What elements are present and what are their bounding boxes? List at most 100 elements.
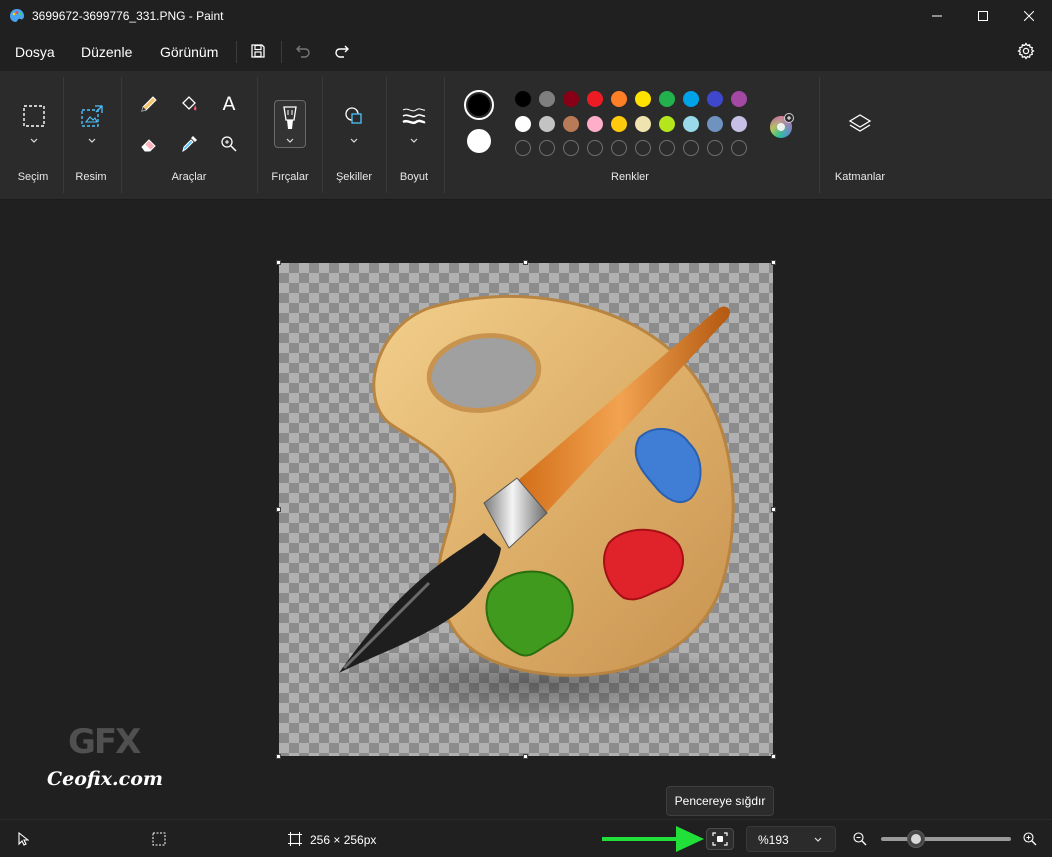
color-swatch[interactable]	[635, 116, 651, 132]
resize-handle[interactable]	[771, 754, 776, 759]
custom-color-slot[interactable]	[563, 140, 579, 156]
watermark-text: Ceofix.com	[47, 768, 163, 790]
title-bar: 3699672-3699776_331.PNG - Paint	[0, 0, 1052, 31]
color-swatch[interactable]	[731, 116, 747, 132]
color-swatch[interactable]	[611, 116, 627, 132]
close-icon	[1024, 10, 1034, 21]
zoom-out-button[interactable]	[852, 831, 868, 847]
group-label-layers: Katmanlar	[834, 171, 886, 183]
resize-handle[interactable]	[523, 260, 528, 265]
resize-handle[interactable]	[276, 260, 281, 265]
primary-color-button[interactable]	[464, 90, 494, 120]
ribbon-divider	[386, 77, 387, 193]
color-swatch[interactable]	[563, 116, 579, 132]
color-swatch[interactable]	[539, 116, 555, 132]
color-swatch[interactable]	[611, 91, 627, 107]
custom-color-slot[interactable]	[707, 140, 723, 156]
close-button[interactable]	[1006, 0, 1052, 31]
eraser-icon	[141, 139, 156, 152]
custom-color-slot[interactable]	[683, 140, 699, 156]
fit-to-window-button[interactable]	[706, 828, 734, 850]
color-swatch[interactable]	[659, 116, 675, 132]
brushes-button[interactable]	[274, 100, 306, 148]
color-swatch[interactable]	[683, 116, 699, 132]
redo-button[interactable]	[332, 41, 352, 61]
primary-color-swatch	[468, 94, 490, 116]
text-tool-button[interactable]: A	[216, 91, 242, 117]
menu-divider	[281, 41, 282, 63]
zoom-slider-track[interactable]	[881, 837, 1011, 841]
group-label-selection: Seçim	[17, 171, 49, 183]
group-label-colors: Renkler	[611, 171, 649, 183]
custom-color-slot[interactable]	[659, 140, 675, 156]
zoom-level-value: %193	[758, 833, 789, 847]
color-swatch[interactable]	[587, 91, 603, 107]
eyedropper-icon	[182, 136, 197, 153]
minimize-button[interactable]	[914, 0, 960, 31]
color-swatch[interactable]	[587, 116, 603, 132]
canvas-size-icon	[288, 832, 302, 846]
edit-colors-button[interactable]	[769, 113, 795, 139]
menu-view[interactable]: Görünüm	[160, 44, 218, 60]
custom-color-slot[interactable]	[587, 140, 603, 156]
eraser-tool-button[interactable]	[136, 131, 162, 157]
paint-app-icon	[9, 8, 25, 24]
shapes-icon	[345, 107, 362, 124]
resize-handle[interactable]	[771, 507, 776, 512]
chevron-down-icon[interactable]	[409, 137, 419, 145]
color-picker-tool-button[interactable]	[176, 131, 202, 157]
size-button[interactable]	[401, 103, 427, 129]
custom-color-slot[interactable]	[515, 140, 531, 156]
color-swatch[interactable]	[635, 91, 651, 107]
chevron-down-icon[interactable]	[349, 137, 359, 145]
color-swatch[interactable]	[659, 91, 675, 107]
zoom-slider-thumb[interactable]	[907, 830, 926, 848]
fit-to-window-icon	[712, 832, 728, 846]
save-button[interactable]	[248, 41, 268, 61]
secondary-color-button[interactable]	[467, 129, 491, 153]
undo-button[interactable]	[293, 41, 313, 61]
ribbon-divider	[444, 77, 445, 193]
image-tool-button[interactable]	[79, 103, 105, 129]
color-swatch[interactable]	[515, 91, 531, 107]
image-canvas[interactable]	[276, 260, 776, 759]
pencil-tool-button[interactable]	[136, 91, 162, 117]
menu-edit[interactable]: Düzenle	[81, 44, 132, 60]
custom-color-slot[interactable]	[731, 140, 747, 156]
resize-handle[interactable]	[276, 507, 281, 512]
chevron-down-icon[interactable]	[87, 137, 97, 145]
zoom-level-dropdown[interactable]: %193	[746, 826, 836, 852]
window-title: 3699672-3699776_331.PNG - Paint	[32, 8, 224, 23]
magnifier-tool-button[interactable]	[216, 131, 242, 157]
menu-file[interactable]: Dosya	[15, 44, 55, 60]
resize-handle[interactable]	[771, 260, 776, 265]
paint-bucket-icon	[182, 96, 197, 111]
color-swatch[interactable]	[539, 91, 555, 107]
ribbon-divider	[819, 77, 820, 193]
color-swatch[interactable]	[707, 91, 723, 107]
watermark: GFX Ceofix.com	[40, 720, 180, 810]
layers-button[interactable]	[847, 111, 873, 137]
color-swatch[interactable]	[683, 91, 699, 107]
color-swatch[interactable]	[563, 91, 579, 107]
settings-button[interactable]	[1016, 41, 1036, 61]
color-swatch[interactable]	[731, 91, 747, 107]
menu-bar: Dosya Düzenle Görünüm	[0, 31, 1052, 71]
resize-handle[interactable]	[523, 754, 528, 759]
brush-icon	[283, 106, 297, 129]
fill-tool-button[interactable]	[176, 91, 202, 117]
resize-handle[interactable]	[276, 754, 281, 759]
custom-color-slot[interactable]	[539, 140, 555, 156]
chevron-down-icon[interactable]	[29, 137, 39, 145]
color-swatch[interactable]	[515, 116, 531, 132]
zoom-in-icon	[1023, 832, 1037, 846]
custom-color-slot[interactable]	[635, 140, 651, 156]
color-swatch[interactable]	[707, 116, 723, 132]
custom-color-slot[interactable]	[611, 140, 627, 156]
maximize-button[interactable]	[960, 0, 1006, 31]
zoom-in-button[interactable]	[1022, 831, 1038, 847]
maximize-icon	[978, 10, 988, 21]
shapes-button[interactable]	[341, 103, 367, 129]
selection-tool-button[interactable]	[21, 103, 47, 129]
ribbon-toolbar: Seçim Resim A Araçlar Fırçalar Şekiller …	[0, 71, 1052, 200]
